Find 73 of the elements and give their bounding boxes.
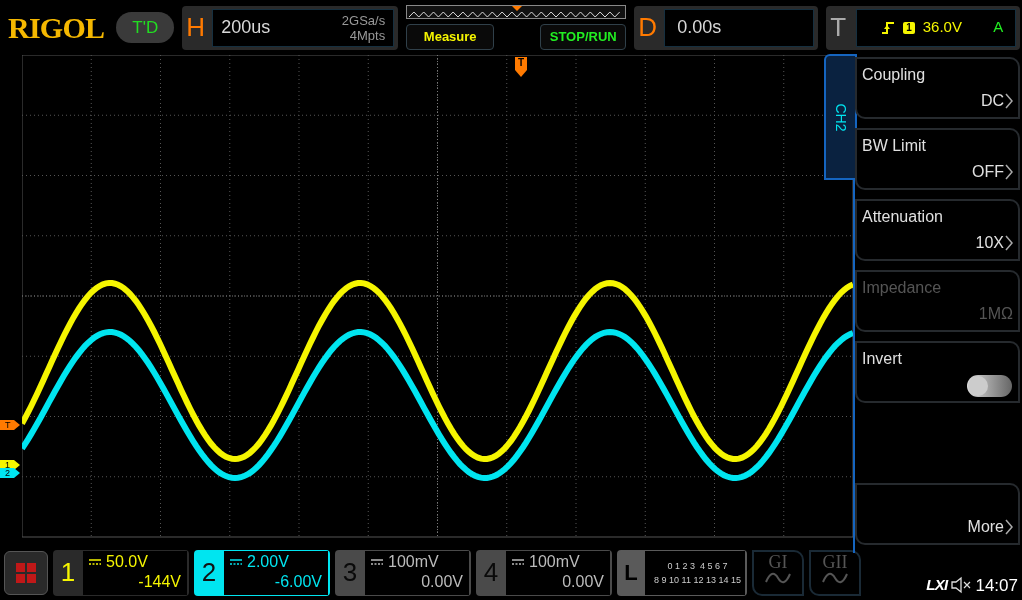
menu-value: OFF — [972, 162, 1004, 182]
trigger-position-marker[interactable]: T — [515, 57, 527, 77]
channel-number: 1 — [59, 556, 77, 589]
chevron-icon — [1005, 235, 1013, 251]
channel-offset: 0.00V — [421, 571, 463, 592]
logic-channels: 8 9 10 11 12 13 14 15 — [653, 573, 742, 587]
menu-label: Coupling — [862, 65, 927, 85]
stop-run-button[interactable]: STOP/RUN — [540, 24, 627, 50]
delay-label: D — [638, 11, 658, 44]
measure-button[interactable]: Measure — [406, 24, 495, 50]
trigger-panel[interactable]: T 1 36.0V A — [826, 5, 1021, 50]
toggle-switch[interactable] — [967, 375, 1012, 397]
menu-label: More — [967, 517, 1004, 537]
logic-label: L — [623, 559, 639, 587]
channel-scale: 2.00V — [247, 551, 289, 572]
lxi-label: LXI — [926, 575, 948, 595]
menu-label: BW Limit — [862, 136, 927, 156]
dc-coupling-icon — [512, 558, 524, 565]
timebase-value: 200us — [221, 16, 271, 39]
dc-coupling-icon — [371, 558, 383, 565]
chevron-icon — [1005, 519, 1013, 535]
channel-scale: 50.0V — [106, 551, 148, 572]
channel-button[interactable]: 3 100mV 0.00V — [335, 549, 471, 596]
channel-button[interactable]: 2 2.00V -6.00V — [194, 549, 330, 596]
menu-label: Attenuation — [862, 207, 944, 227]
menu-value: 1MΩ — [978, 304, 1013, 324]
channel-scale: 100mV — [529, 551, 580, 572]
trigger-source: 1 — [903, 21, 915, 34]
menu-value: 10X — [975, 233, 1004, 253]
menu-button[interactable]: More — [855, 483, 1020, 545]
memory-depth: 4Mpts — [349, 27, 386, 43]
delay-value: 0.00s — [677, 16, 722, 39]
mode-badge[interactable]: T'D — [116, 11, 175, 44]
channel-button[interactable]: 1 50.0V -144V — [53, 549, 189, 596]
channel-offset: -144V — [138, 571, 181, 592]
menu-button[interactable]: BW Limit OFF — [855, 128, 1020, 190]
channel-number: 4 — [482, 556, 500, 589]
timebase-label: H — [186, 11, 206, 44]
brand-logo: RIGOL — [8, 10, 105, 46]
trigger-level-marker[interactable]: T — [0, 420, 20, 430]
sine-wave-icon — [765, 571, 791, 584]
menu-button[interactable] — [4, 550, 48, 595]
speaker-muted-icon[interactable] — [951, 576, 972, 595]
sine-wave-icon — [822, 571, 848, 584]
menu-value: DC — [980, 91, 1004, 111]
chevron-icon — [1005, 164, 1013, 180]
grid-icon — [16, 562, 36, 583]
menu-label: Impedance — [862, 278, 943, 298]
trigger-level: 36.0V — [922, 17, 962, 38]
rising-edge-icon — [881, 20, 896, 35]
logic-channels: 0 1 2 3 4 5 6 7 — [666, 559, 729, 573]
channel-number: 3 — [341, 556, 359, 589]
chevron-icon — [1005, 93, 1013, 109]
trigger-mode: A — [993, 17, 1004, 38]
menu-button[interactable]: Invert — [855, 341, 1020, 403]
channel-offset-marker[interactable]: 2 — [0, 468, 20, 478]
delay-panel[interactable]: D 0.00s — [634, 5, 819, 50]
channel-number: 2 — [200, 556, 218, 589]
dc-coupling-icon — [89, 558, 101, 565]
sample-rate: 2GSa/s — [341, 12, 386, 28]
timebase-panel[interactable]: H 200us 2GSa/s 4Mpts — [182, 5, 399, 50]
menu-label: Invert — [862, 349, 903, 369]
clock-time: 14:07 — [975, 574, 1018, 597]
logic-button[interactable]: L 0 1 2 3 4 5 6 7 8 9 10 11 12 13 14 15 — [617, 549, 747, 596]
channel-scale: 100mV — [388, 551, 439, 572]
channel-offset: 0.00V — [562, 571, 604, 592]
menu-button[interactable]: Coupling DC — [855, 57, 1020, 119]
trigger-label: T — [830, 11, 848, 44]
menu-button[interactable]: Attenuation 10X — [855, 199, 1020, 261]
channel-menu-tab[interactable]: CH2 — [824, 54, 857, 180]
channel-offset: -6.00V — [274, 571, 322, 592]
channel-button[interactable]: 4 100mV 0.00V — [476, 549, 612, 596]
dc-coupling-icon — [230, 558, 242, 565]
